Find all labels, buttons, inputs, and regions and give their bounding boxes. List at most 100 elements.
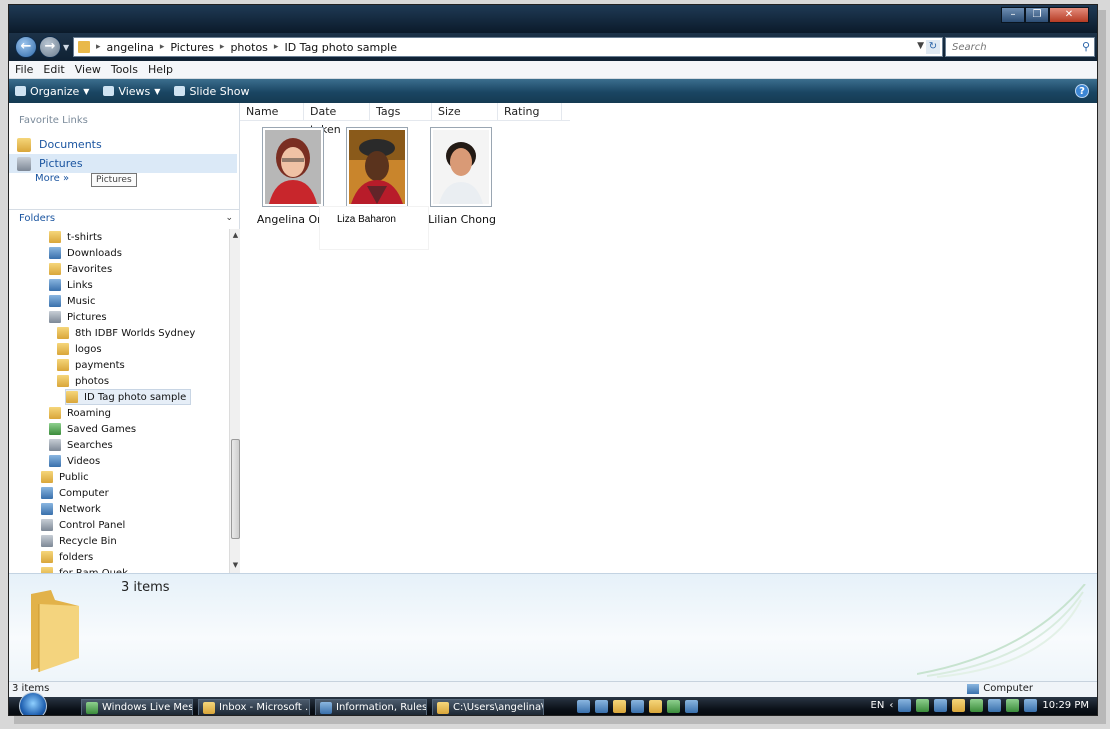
quick-launch-icon[interactable] xyxy=(685,700,698,713)
menu-view[interactable]: View xyxy=(75,63,101,76)
tray-icon[interactable] xyxy=(934,699,948,712)
tree-item[interactable]: 8th IDBF Worlds Sydney xyxy=(57,325,195,341)
status-bar: 3 items Computer xyxy=(9,681,1097,697)
menu-tools[interactable]: Tools xyxy=(111,63,138,76)
taskbar-button[interactable]: Inbox - Microsoft ... xyxy=(198,699,310,715)
tree-item[interactable]: payments xyxy=(57,357,125,373)
folder-icon xyxy=(57,375,69,387)
column-header-size[interactable]: Size xyxy=(432,103,498,121)
help-icon[interactable]: ? xyxy=(1075,84,1089,98)
computer-icon xyxy=(41,487,53,499)
tree-item[interactable]: Videos xyxy=(49,453,100,469)
language-indicator[interactable]: EN xyxy=(871,700,885,711)
forward-button[interactable]: → xyxy=(39,36,61,58)
scroll-down-icon[interactable]: ▼ xyxy=(231,561,240,571)
quick-launch-icon[interactable] xyxy=(613,700,626,713)
tree-item[interactable]: Saved Games xyxy=(49,421,136,437)
favorite-link-documents[interactable]: Documents xyxy=(9,135,237,154)
chevron-left-icon[interactable]: ‹ xyxy=(889,700,893,711)
tree-item[interactable]: folders xyxy=(41,549,93,565)
tree-item[interactable]: t-shirts xyxy=(49,229,102,245)
column-header-date-taken[interactable]: Date taken xyxy=(304,103,370,136)
tree-item[interactable]: Favorites xyxy=(49,261,112,277)
tree-item[interactable]: Music xyxy=(49,293,95,309)
quick-launch-icon[interactable] xyxy=(595,700,608,713)
favorites-icon xyxy=(49,263,61,275)
search-input[interactable] xyxy=(946,38,1066,56)
tree-item[interactable]: Recycle Bin xyxy=(41,533,117,549)
clock[interactable]: 10:29 PM xyxy=(1042,700,1089,711)
organize-button[interactable]: Organize ▼ xyxy=(15,85,89,98)
quick-launch-icon[interactable] xyxy=(649,700,662,713)
tray-icon[interactable] xyxy=(898,699,912,712)
chevron-right-icon[interactable]: ▸ xyxy=(274,41,279,54)
breadcrumb-item[interactable]: ID Tag photo sample xyxy=(284,41,397,54)
chevron-right-icon[interactable]: ▸ xyxy=(96,41,101,54)
window-controls: – ❐ ✕ xyxy=(1001,7,1089,23)
file-item[interactable]: Lilian Chong xyxy=(420,125,504,245)
folder-icon xyxy=(57,359,69,371)
folders-header[interactable]: Folders ⌄ xyxy=(9,209,239,227)
tree-item[interactable]: ID Tag photo sample xyxy=(65,389,192,405)
back-button[interactable]: ← xyxy=(15,36,37,58)
address-box[interactable]: ▸ angelina ▸ Pictures ▸ photos ▸ ID Tag … xyxy=(73,37,943,57)
chevron-right-icon[interactable]: ▸ xyxy=(160,41,165,54)
column-header-name[interactable]: Name xyxy=(240,103,304,121)
quick-launch-icon[interactable] xyxy=(667,700,680,713)
menu-file[interactable]: File xyxy=(15,63,33,76)
volume-icon[interactable] xyxy=(1024,699,1038,712)
tree-item[interactable]: Roaming xyxy=(49,405,111,421)
recent-pages-dropdown[interactable]: ▼ xyxy=(63,43,69,52)
chevron-right-icon[interactable]: ▸ xyxy=(220,41,225,54)
tray-icon[interactable] xyxy=(988,699,1002,712)
refresh-icon[interactable]: ↻ xyxy=(926,40,940,54)
taskbar-button[interactable]: Information, Rules ... xyxy=(315,699,427,715)
tree-item[interactable]: Pictures xyxy=(49,309,107,325)
slideshow-button[interactable]: Slide Show xyxy=(174,85,249,98)
close-button[interactable]: ✕ xyxy=(1049,7,1089,23)
breadcrumb-item[interactable]: Pictures xyxy=(170,41,214,54)
tree-item[interactable]: photos xyxy=(57,373,109,389)
start-button[interactable] xyxy=(19,692,47,715)
address-dropdown-icon[interactable]: ▼ xyxy=(917,41,924,51)
tree-item[interactable]: Public xyxy=(41,469,89,485)
network-icon[interactable] xyxy=(1006,699,1020,712)
outlook-icon xyxy=(203,701,215,714)
views-button[interactable]: Views ▼ xyxy=(103,85,160,98)
scroll-thumb[interactable] xyxy=(231,439,240,539)
tree-scrollbar[interactable]: ▲ ▼ xyxy=(229,229,240,573)
minimize-button[interactable]: – xyxy=(1001,7,1025,23)
tray-icon[interactable] xyxy=(970,699,984,712)
tree-item-label: Favorites xyxy=(67,263,113,275)
scroll-up-icon[interactable]: ▲ xyxy=(231,231,240,241)
network-icon xyxy=(41,503,53,515)
maximize-button[interactable]: ❐ xyxy=(1025,7,1049,23)
tree-item[interactable]: Searches xyxy=(49,437,113,453)
menu-help[interactable]: Help xyxy=(148,63,173,76)
breadcrumb-item[interactable]: angelina xyxy=(107,41,154,54)
quick-launch-icon[interactable] xyxy=(577,700,590,713)
breadcrumb-item[interactable]: photos xyxy=(230,41,267,54)
internet-explorer-icon[interactable] xyxy=(631,700,644,713)
tree-item[interactable]: for Ram Quek xyxy=(41,565,128,573)
more-links-button[interactable]: More » xyxy=(35,173,69,184)
rename-field[interactable]: Liza Baharon xyxy=(320,207,428,249)
tree-item[interactable]: logos xyxy=(57,341,102,357)
tray-icon[interactable] xyxy=(952,699,966,712)
taskbar-button[interactable]: C:\Users\angelina\... xyxy=(432,699,544,715)
tree-item[interactable]: Downloads xyxy=(49,245,122,261)
search-box[interactable]: ⚲ xyxy=(945,37,1095,57)
search-icon[interactable]: ⚲ xyxy=(1082,40,1090,53)
tree-item[interactable]: Links xyxy=(49,277,93,293)
tree-item[interactable]: Control Panel xyxy=(41,517,125,533)
column-header-tags[interactable]: Tags xyxy=(370,103,432,121)
favorite-link-pictures[interactable]: Pictures xyxy=(9,154,237,173)
menu-edit[interactable]: Edit xyxy=(43,63,64,76)
tree-item[interactable]: Computer xyxy=(41,485,109,501)
column-header-rating[interactable]: Rating xyxy=(498,103,562,121)
pictures-icon xyxy=(49,311,61,323)
tray-icon[interactable] xyxy=(916,699,930,712)
tree-item[interactable]: Network xyxy=(41,501,101,517)
taskbar-button[interactable]: Windows Live Mes... xyxy=(81,699,193,715)
quick-launch xyxy=(577,700,698,713)
